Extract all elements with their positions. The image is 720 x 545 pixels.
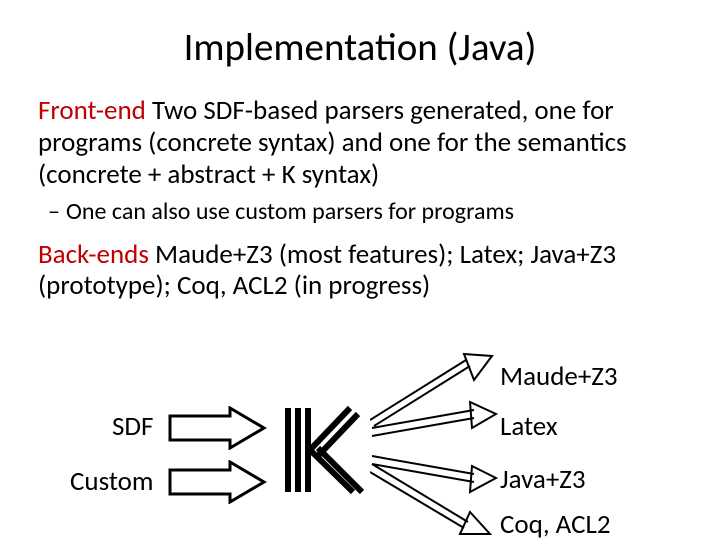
frontend-paragraph: Front-end Two SDF-based parsers generate… — [38, 95, 682, 191]
output-javaz3-label: Java+Z3 — [500, 463, 586, 496]
arrow-sdf-to-k-icon — [168, 406, 268, 450]
arrow-k-to-coq-icon — [370, 460, 500, 545]
custom-label: Custom — [70, 465, 153, 498]
backends-label: Back-ends — [38, 238, 149, 271]
output-maude-label: Maude+Z3 — [500, 360, 618, 393]
output-coq-label: Coq, ACL2 — [500, 508, 611, 541]
arrow-custom-to-k-icon — [168, 460, 268, 504]
bullet-dash-icon: – — [48, 197, 66, 227]
slide-title: Implementation (Java) — [38, 24, 682, 71]
sdf-label: SDF — [112, 410, 153, 443]
k-logo-icon — [268, 400, 368, 500]
frontend-subbullet: –One can also use custom parsers for pro… — [68, 197, 682, 227]
frontend-sub-text: One can also use custom parsers for prog… — [66, 197, 514, 226]
backends-paragraph: Back-ends Maude+Z3 (most features); Late… — [38, 239, 682, 303]
output-latex-label: Latex — [500, 410, 558, 443]
diagram: SDF Custom — [0, 360, 720, 540]
slide: Implementation (Java) Front-end Two SDF-… — [0, 0, 720, 540]
frontend-label: Front-end — [38, 94, 146, 127]
